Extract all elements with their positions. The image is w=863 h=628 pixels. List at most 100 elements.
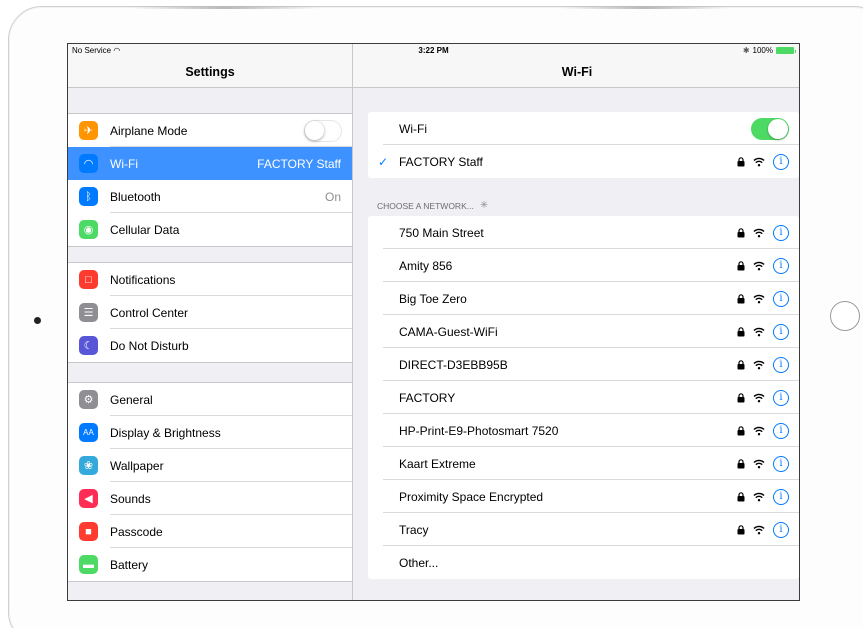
sidebar-item-airplane-mode[interactable]: ✈ Airplane Mode xyxy=(68,114,352,147)
network-row[interactable]: Tracy i xyxy=(368,513,799,546)
network-name: HP-Print-E9-Photosmart 7520 xyxy=(399,423,559,438)
info-icon[interactable]: i xyxy=(773,521,789,538)
sidebar-item-bluetooth[interactable]: ᛒ Bluetooth On xyxy=(68,180,352,213)
wifi-toggle-label: Wi-Fi xyxy=(399,121,427,136)
network-list: 750 Main Street i Amity 856 i Big Toe Zero i C… xyxy=(368,216,799,579)
airplane-mode-toggle[interactable] xyxy=(304,119,342,142)
wifi-toggle-row: Wi-Fi xyxy=(368,112,799,145)
battery-icon xyxy=(776,47,796,54)
sidebar-item-label: Do Not Disturb xyxy=(110,338,189,353)
wifi-strength-icon xyxy=(753,157,765,166)
wifi-strength-icon xyxy=(753,492,765,501)
cellular-icon: ◉ xyxy=(79,220,98,239)
wifi-icon: ◠ xyxy=(79,154,98,173)
battery-percent: 100% xyxy=(752,46,773,55)
lock-icon xyxy=(737,326,745,336)
network-name: FACTORY xyxy=(399,390,456,405)
gear-icon: ⚙ xyxy=(79,390,98,409)
choose-network-label: CHOOSE A NETWORK... xyxy=(377,200,474,211)
sidebar-item-display-brightness[interactable]: AA Display & Brightness xyxy=(68,416,352,449)
lock-icon xyxy=(737,260,745,270)
info-icon[interactable]: i xyxy=(773,422,789,439)
sidebar-item-control-center[interactable]: ☰ Control Center xyxy=(68,296,352,329)
connected-network-row[interactable]: ✓ FACTORY Staff i xyxy=(368,145,799,178)
sidebar-item-wallpaper[interactable]: ❀ Wallpaper xyxy=(68,449,352,482)
network-name: Proximity Space Encrypted xyxy=(399,489,544,504)
other-network-label: Other... xyxy=(399,555,439,570)
loading-spinner-icon: ✳ xyxy=(479,200,489,211)
lock-icon xyxy=(737,458,745,468)
wifi-strength-icon xyxy=(753,426,765,435)
wifi-strength-icon xyxy=(753,525,765,534)
wifi-status-card: Wi-Fi ✓ FACTORY Staff i xyxy=(368,112,799,178)
other-network-row[interactable]: Other... xyxy=(368,546,799,579)
wifi-strength-icon xyxy=(753,261,765,270)
lock-icon xyxy=(737,491,745,501)
info-icon[interactable]: i xyxy=(773,389,789,406)
network-row[interactable]: Big Toe Zero i xyxy=(368,282,799,315)
sidebar-item-label: Battery xyxy=(110,557,149,572)
settings-title: Settings xyxy=(185,65,235,79)
network-row[interactable]: HP-Print-E9-Photosmart 7520 i xyxy=(368,414,799,447)
bluetooth-icon: ᛒ xyxy=(79,187,98,206)
sidebar-item-label: Airplane Mode xyxy=(110,123,188,138)
network-row[interactable]: Amity 856 i xyxy=(368,249,799,282)
sidebar-item-label: Wallpaper xyxy=(110,458,164,473)
lock-icon: ■ xyxy=(79,522,98,541)
sidebar-item-do-not-disturb[interactable]: ☾ Do Not Disturb xyxy=(68,329,352,362)
display-icon: AA xyxy=(79,423,98,442)
network-row[interactable]: Proximity Space Encrypted i xyxy=(368,480,799,513)
wifi-strength-icon xyxy=(753,459,765,468)
network-name: Tracy xyxy=(399,522,429,537)
info-icon[interactable]: i xyxy=(773,455,789,472)
wifi-strength-icon xyxy=(753,327,765,336)
airplane-icon: ✈ xyxy=(79,121,98,140)
info-icon[interactable]: i xyxy=(773,488,789,505)
network-name: DIRECT-D3EBB95B xyxy=(399,357,508,372)
network-name: Big Toe Zero xyxy=(399,291,467,306)
sidebar-item-passcode[interactable]: ■ Passcode xyxy=(68,515,352,548)
network-row[interactable]: CAMA-Guest-WiFi i xyxy=(368,315,799,348)
wifi-strength-icon xyxy=(753,360,765,369)
network-row[interactable]: FACTORY i xyxy=(368,381,799,414)
sidebar-item-cellular-data[interactable]: ◉ Cellular Data xyxy=(68,213,352,246)
network-row[interactable]: Kaart Extreme i xyxy=(368,447,799,480)
info-icon[interactable]: i xyxy=(773,224,789,241)
info-icon[interactable]: i xyxy=(773,153,789,170)
network-row[interactable]: 750 Main Street i xyxy=(368,216,799,249)
network-name: 750 Main Street xyxy=(399,225,484,240)
notifications-icon: □ xyxy=(79,270,98,289)
screen: No Service ◠ 3:22 PM ✱ 100% Settings ✈ Ai… xyxy=(67,43,800,601)
wifi-toggle[interactable] xyxy=(751,117,789,140)
sidebar-item-sounds[interactable]: ◀ Sounds xyxy=(68,482,352,515)
sidebar-item-general[interactable]: ⚙ General xyxy=(68,383,352,416)
info-icon[interactable]: i xyxy=(773,356,789,373)
info-icon[interactable]: i xyxy=(773,257,789,274)
lock-icon xyxy=(737,156,745,166)
bluetooth-status-icon: ✱ xyxy=(742,46,750,55)
checkmark-icon: ✓ xyxy=(378,154,389,169)
front-camera xyxy=(34,317,41,324)
sidebar-item-wi-fi[interactable]: ◠ Wi-Fi FACTORY Staff xyxy=(68,147,352,180)
clock: 3:22 PM xyxy=(418,46,449,55)
settings-group: ⚙ General AA Display & Brightness ❀ Wallpaper… xyxy=(68,382,352,582)
control-center-icon: ☰ xyxy=(79,303,98,322)
wifi-strength-icon xyxy=(753,294,765,303)
info-icon[interactable]: i xyxy=(773,290,789,307)
wallpaper-icon: ❀ xyxy=(79,456,98,475)
wifi-strength-icon xyxy=(753,228,765,237)
sidebar-item-notifications[interactable]: □ Notifications xyxy=(68,263,352,296)
wifi-detail-pane: Wi-Fi Wi-Fi ✓ FACTORY Staff i CHOOSE A N… xyxy=(353,44,799,600)
home-button[interactable] xyxy=(830,301,860,331)
battery-status: ✱ 100% xyxy=(742,46,796,55)
network-row[interactable]: DIRECT-D3EBB95B i xyxy=(368,348,799,381)
sidebar-item-label: General xyxy=(110,392,153,407)
sounds-icon: ◀ xyxy=(79,489,98,508)
lock-icon xyxy=(737,425,745,435)
sidebar-item-label: Control Center xyxy=(110,305,189,320)
moon-icon: ☾ xyxy=(79,336,98,355)
info-icon[interactable]: i xyxy=(773,323,789,340)
status-bar: No Service ◠ 3:22 PM ✱ 100% xyxy=(68,44,799,57)
sidebar-item-battery[interactable]: ▬ Battery xyxy=(68,548,352,581)
sidebar-item-label: Passcode xyxy=(110,524,163,539)
